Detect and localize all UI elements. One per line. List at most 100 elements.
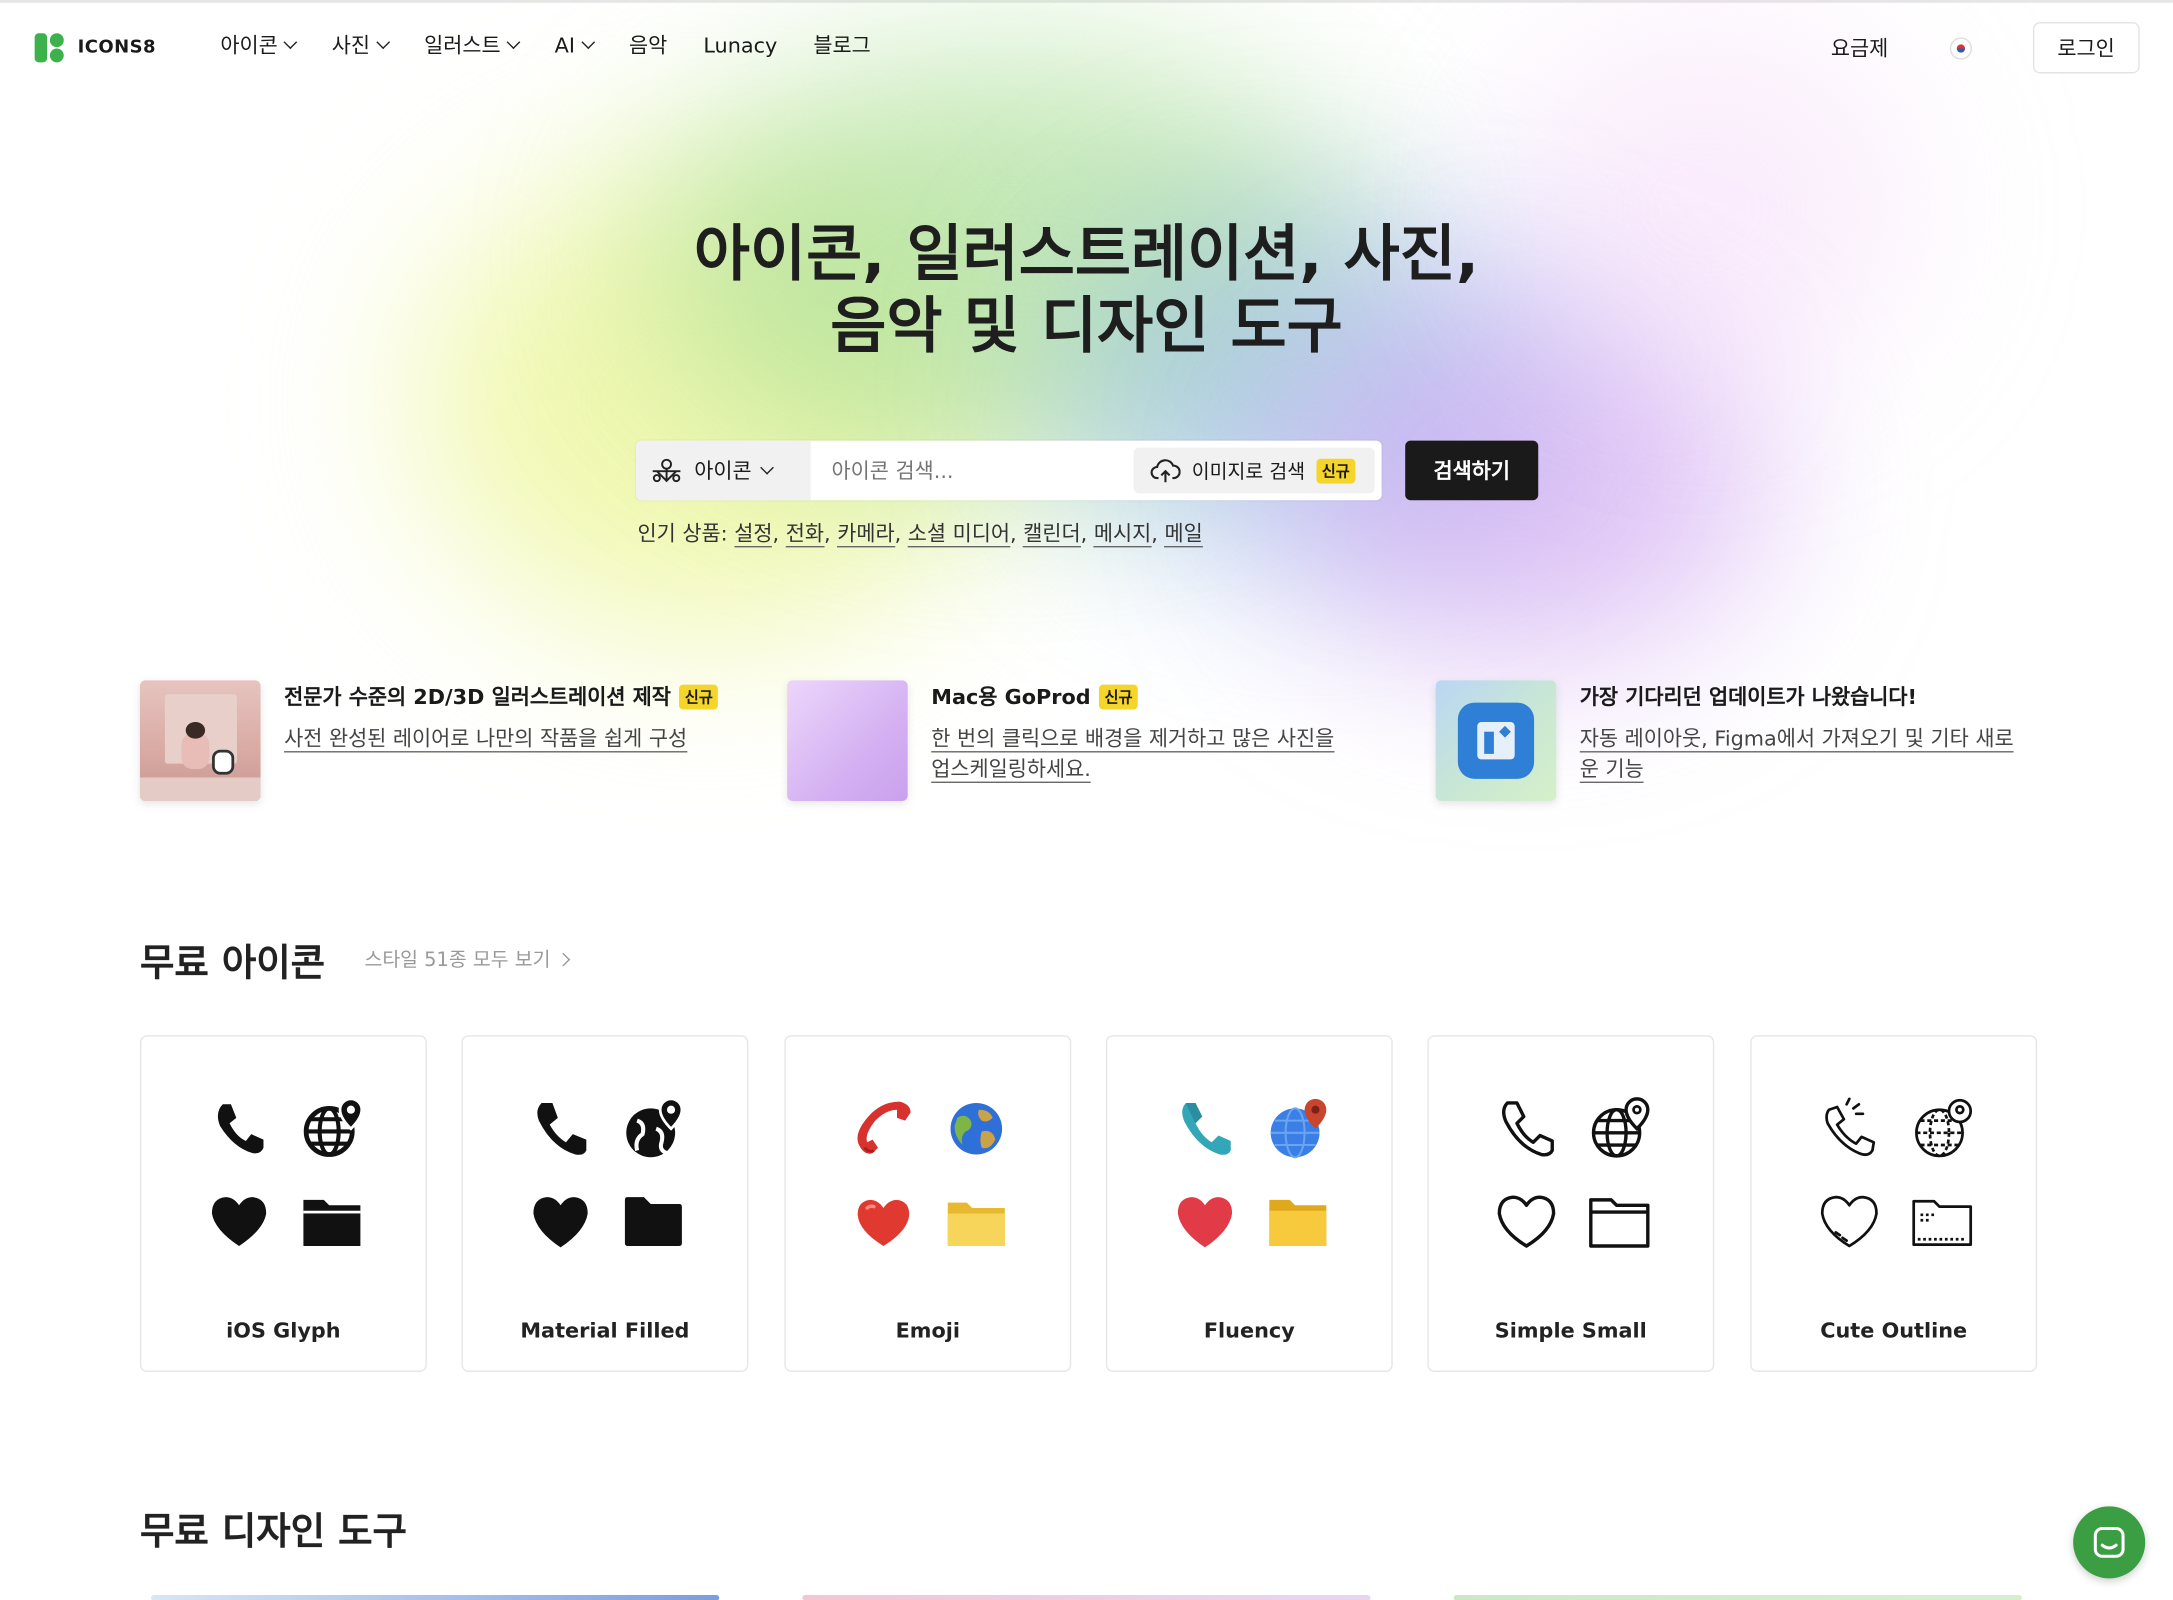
image-search-button[interactable]: 이미지로 검색 신규 xyxy=(1133,447,1375,494)
style-card-cute-outline[interactable]: Cute Outline xyxy=(1750,1035,2038,1372)
icons-category-icon xyxy=(652,458,681,482)
heart-icon xyxy=(211,1197,267,1247)
top-header: ICONS8 아이콘 사진 일러스트 AI 음악 Lunacy 블로그 요금제 … xyxy=(0,14,2173,81)
popular-link-phone[interactable]: 전화 xyxy=(785,521,824,548)
style-preview-grid xyxy=(528,1096,686,1254)
goprod-thumbnail xyxy=(787,680,908,801)
globe-earth-icon xyxy=(950,1102,1003,1155)
nav-item-label: 음악 xyxy=(629,33,668,59)
login-button[interactable]: 로그인 xyxy=(2032,22,2140,74)
popular-searches: 인기 상품: 설정, 전화, 카메라, 소셜 미디어, 캘린더, 메시지, 메일 xyxy=(637,521,1203,548)
phone-icon xyxy=(217,1104,264,1154)
style-card-material-filled[interactable]: Material Filled xyxy=(461,1035,749,1372)
all-styles-link[interactable]: 스타일 51종 모두 보기 xyxy=(364,945,571,973)
promo-title: 전문가 수준의 2D/3D 일러스트레이션 제작 신규 xyxy=(284,682,719,711)
style-card-emoji[interactable]: Emoji xyxy=(784,1035,1072,1372)
promo-title-text: 전문가 수준의 2D/3D 일러스트레이션 제작 xyxy=(284,684,671,710)
nav-item-blog[interactable]: 블로그 xyxy=(813,30,870,59)
style-preview-grid xyxy=(1494,1096,1652,1254)
pricing-link[interactable]: 요금제 xyxy=(1831,33,1888,62)
chat-icon xyxy=(2093,1527,2125,1558)
style-card-ios-glyph[interactable]: iOS Glyph xyxy=(139,1035,427,1372)
hero-title-line2: 음악 및 디자인 도구 xyxy=(830,291,1343,362)
nav-item-music[interactable]: 음악 xyxy=(629,30,667,59)
phone-icon xyxy=(1502,1101,1554,1157)
nav-item-label: AI xyxy=(554,32,575,58)
hero-title-line1: 아이콘, 일러스트레이션, 사진, xyxy=(693,218,1480,290)
chevron-down-icon xyxy=(506,35,521,50)
popular-link-camera[interactable]: 카메라 xyxy=(837,521,895,548)
new-badge: 신규 xyxy=(1316,458,1356,483)
popular-link-message[interactable]: 메시지 xyxy=(1094,521,1152,548)
style-card-label: Simple Small xyxy=(1494,1317,1647,1343)
promo-title-text: Mac용 GoProd xyxy=(931,684,1091,710)
chevron-right-icon xyxy=(556,952,571,966)
nav-item-label: 사진 xyxy=(331,33,371,59)
style-preview-grid xyxy=(851,1096,1009,1254)
logo-text: ICONS8 xyxy=(77,37,156,59)
folder-icon xyxy=(1589,1198,1650,1248)
chevron-down-icon xyxy=(376,35,391,50)
nav-item-photos[interactable]: 사진 xyxy=(331,30,391,59)
promo-lunacy-update[interactable]: 가장 기다리던 업데이트가 나왔습니다! 자동 레이아웃, Figma에서 가져… xyxy=(1435,680,2014,801)
promo-description: 사전 완성된 레이어로 나만의 작품을 쉽게 구성 xyxy=(284,723,718,753)
style-card-label: Material Filled xyxy=(520,1317,690,1343)
search-submit-button[interactable]: 검색하기 xyxy=(1405,440,1539,501)
search-type-select[interactable]: 아이콘 xyxy=(636,440,811,501)
promo-description-line1: 자동 레이아웃, Figma에서 가져오기 및 기타 새로 xyxy=(1579,726,2014,753)
free-icons-title: 무료 아이콘 xyxy=(139,942,326,986)
popular-link-mail[interactable]: 메일 xyxy=(1165,521,1203,548)
nav-item-icons[interactable]: 아이콘 xyxy=(220,30,298,59)
all-styles-label: 스타일 51종 모두 보기 xyxy=(364,949,551,972)
style-card-label: Emoji xyxy=(895,1317,960,1343)
promo-title: 가장 기다리던 업데이트가 나왔습니다! xyxy=(1580,682,2014,711)
chevron-down-icon xyxy=(581,35,596,50)
new-badge: 신규 xyxy=(1098,683,1139,709)
phone-icon xyxy=(1825,1097,1876,1157)
lunacy-app-icon xyxy=(1457,702,1535,779)
folder-icon xyxy=(1912,1199,1973,1247)
new-badge: 신규 xyxy=(679,683,719,709)
design-tools-title: 무료 디자인 도구 xyxy=(139,1510,407,1554)
heart-icon xyxy=(533,1197,588,1248)
icons8-logo[interactable]: ICONS8 xyxy=(34,33,156,63)
popular-link-social-media[interactable]: 소셜 미디어 xyxy=(907,521,1011,548)
nav-item-lunacy[interactable]: Lunacy xyxy=(703,30,777,59)
popular-link-settings[interactable]: 설정 xyxy=(734,521,773,548)
phone-icon xyxy=(537,1102,587,1155)
folder-icon xyxy=(624,1197,682,1247)
globe-location-icon xyxy=(626,1097,684,1158)
heart-icon xyxy=(1177,1197,1233,1248)
popular-prefix: 인기 상품: xyxy=(637,521,728,547)
style-card-simple-small[interactable]: Simple Small xyxy=(1427,1035,1715,1372)
heart-icon xyxy=(1497,1195,1556,1248)
korea-flag-icon[interactable] xyxy=(1949,36,1972,59)
promo-illustrations[interactable]: 전문가 수준의 2D/3D 일러스트레이션 제작 신규 사전 완성된 레이어로 … xyxy=(139,680,719,801)
globe-location-icon xyxy=(1270,1098,1327,1159)
nav-item-ai[interactable]: AI xyxy=(554,30,596,59)
hero-title: 아이콘, 일러스트레이션, 사진, 음악 및 디자인 도구 xyxy=(0,219,2173,363)
folder-icon xyxy=(303,1199,361,1247)
nav-item-label: Lunacy xyxy=(703,32,778,58)
promo-description-line2: 운 기능 xyxy=(1579,756,1644,783)
promo-goprod[interactable]: Mac용 GoProd 신규 한 번의 클릭으로 배경을 제거하고 많은 사진을… xyxy=(787,680,1335,801)
style-card-fluency[interactable]: Fluency xyxy=(1105,1035,1393,1372)
icons8-logo-icon xyxy=(34,33,64,63)
search-input[interactable] xyxy=(810,440,1134,501)
image-search-label: 이미지로 검색 xyxy=(1191,460,1306,483)
promo-description: 한 번의 클릭으로 배경을 제거하고 많은 사진을 업스케일링하세요. xyxy=(931,723,1335,784)
top-divider xyxy=(0,0,2173,3)
tool-card-edge xyxy=(802,1595,1371,1600)
style-preview-grid xyxy=(206,1096,364,1254)
phone-icon xyxy=(1182,1102,1231,1155)
nav-item-label: 아이콘 xyxy=(220,33,278,59)
chat-widget-button[interactable] xyxy=(2073,1506,2146,1579)
nav-item-illustrations[interactable]: 일러스트 xyxy=(424,30,521,59)
red-heart-icon xyxy=(857,1199,910,1247)
style-preview-grid xyxy=(1817,1096,1975,1254)
globe-location-icon xyxy=(1591,1097,1650,1158)
popular-link-calendar[interactable]: 캘린더 xyxy=(1023,521,1081,548)
search-bar: 아이콘 이미지로 검색 신규 xyxy=(636,440,1382,501)
nav-item-label: 일러스트 xyxy=(424,33,501,59)
promo-title: Mac용 GoProd 신규 xyxy=(931,682,1334,711)
